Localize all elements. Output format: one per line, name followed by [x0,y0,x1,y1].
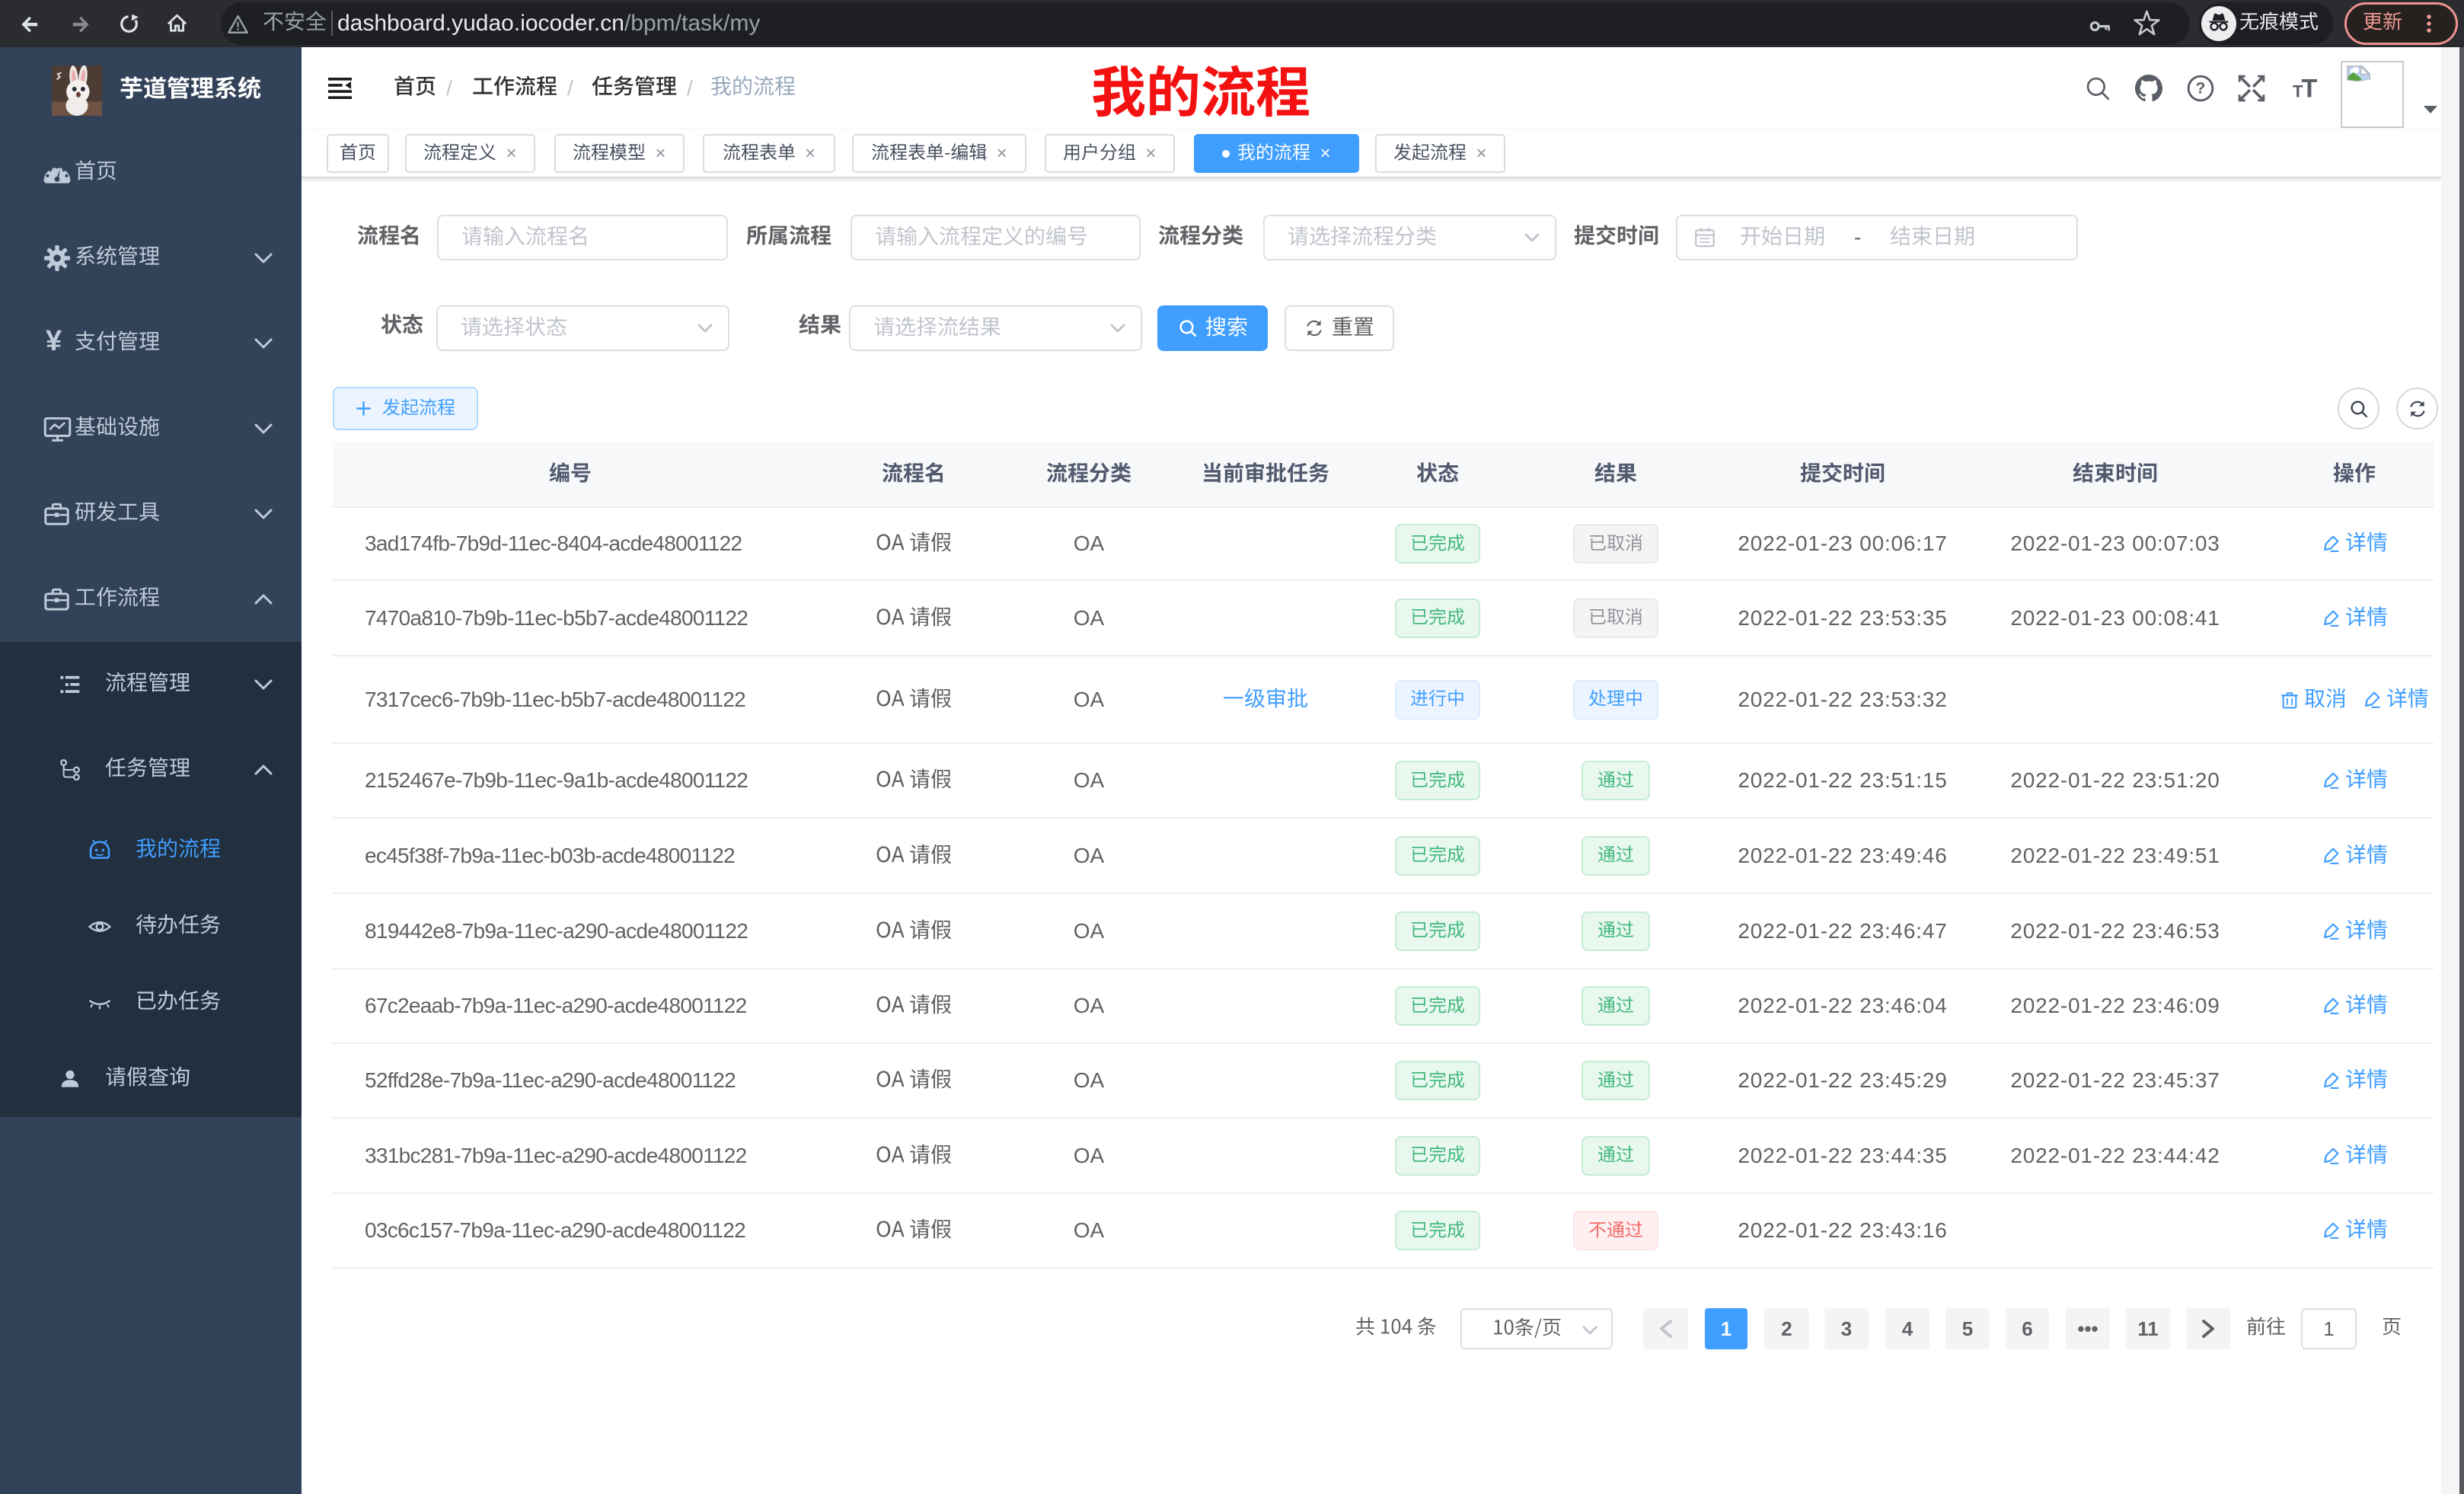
svg-text:?: ? [2196,79,2206,97]
svg-text:T: T [2301,75,2317,102]
